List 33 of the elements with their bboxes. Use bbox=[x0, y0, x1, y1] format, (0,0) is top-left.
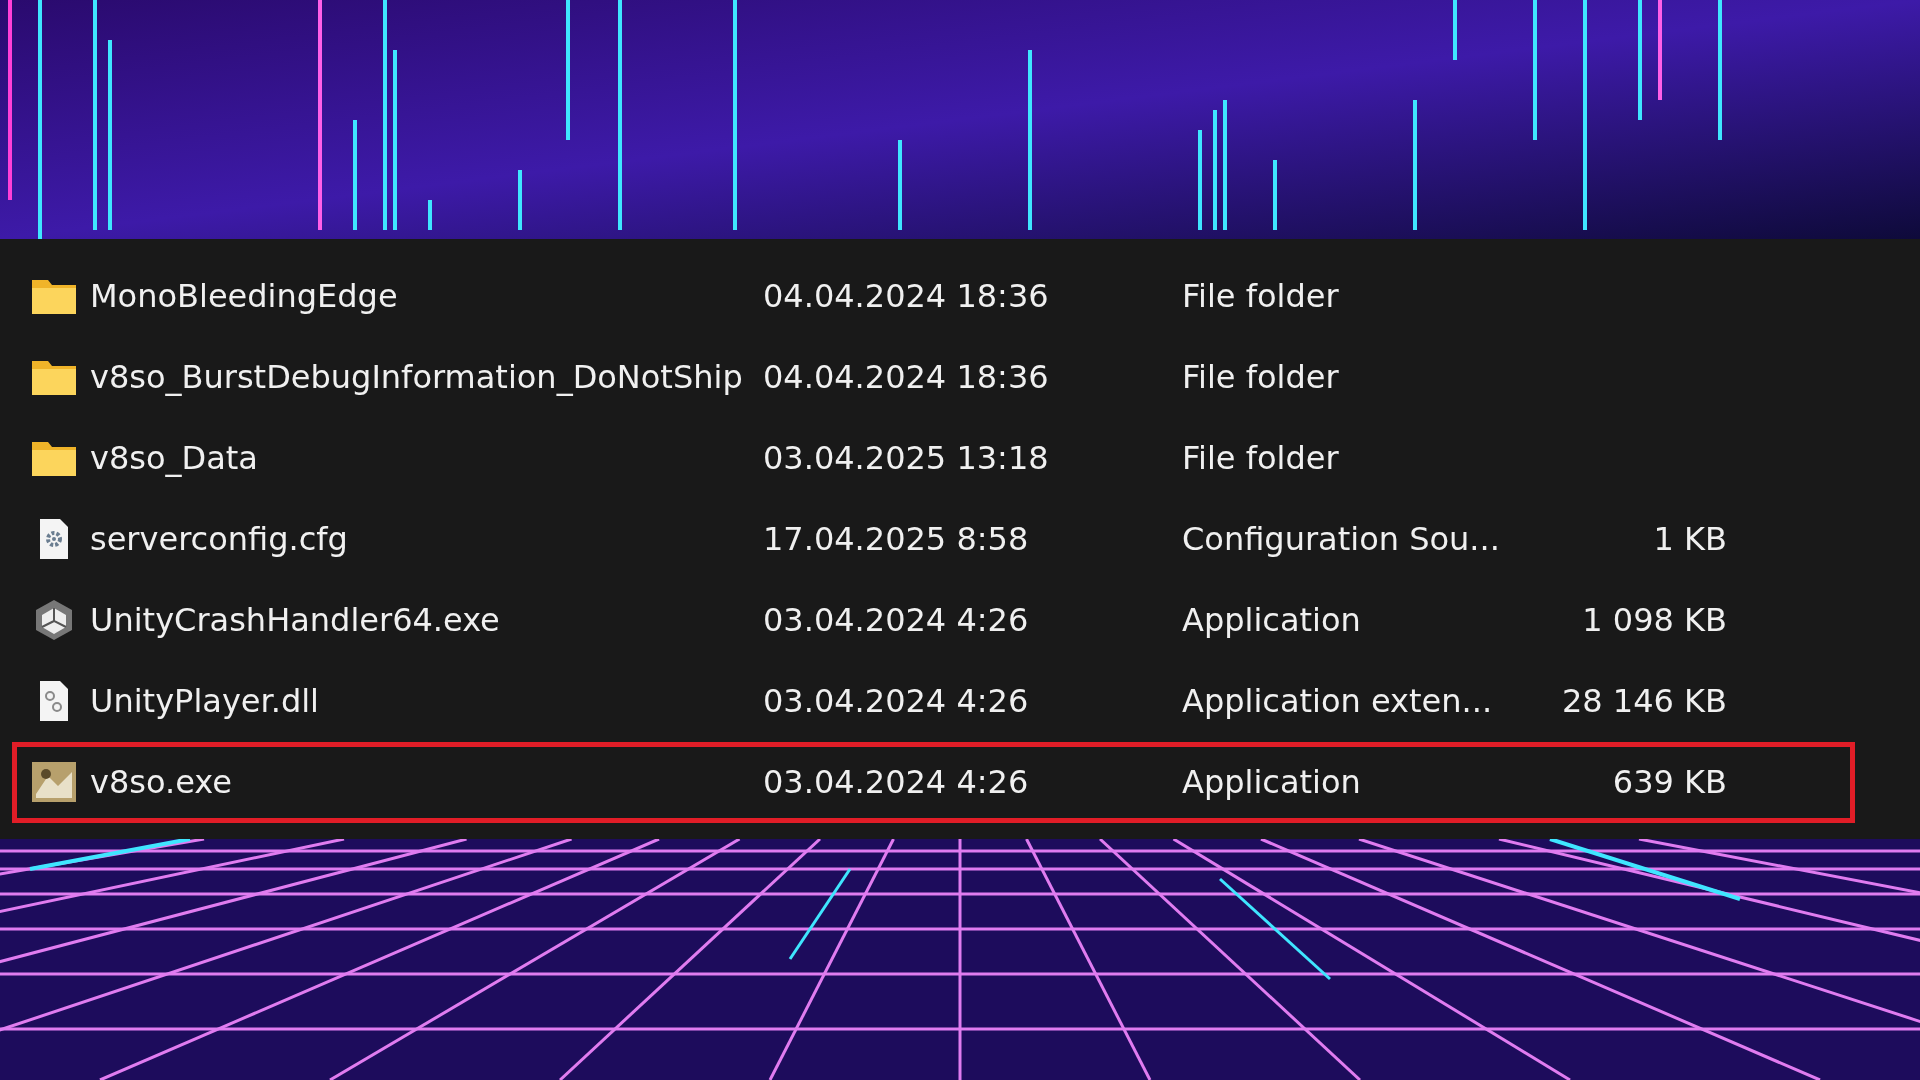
file-name: UnityPlayer.dll bbox=[89, 682, 320, 720]
file-type: Application bbox=[1182, 601, 1362, 639]
file-date: 03.04.2024 4:26 bbox=[763, 601, 1030, 639]
file-date: 17.04.2025 8:58 bbox=[763, 520, 1030, 558]
file-name: serverconfig.cfg bbox=[89, 520, 349, 558]
file-type: Application exten... bbox=[1182, 682, 1494, 720]
file-name: MonoBleedingEdge bbox=[89, 277, 399, 315]
app-icon bbox=[30, 760, 78, 804]
highlighted-file-row[interactable]: v8so.exe 03.04.2024 4:26 Application 639 KB bbox=[12, 741, 1855, 823]
file-name: UnityCrashHandler64.exe bbox=[89, 601, 501, 639]
file-row[interactable]: UnityPlayer.dll 03.04.2024 4:26 Application exten... 28 146 KB bbox=[12, 660, 1855, 742]
file-type: File folder bbox=[1182, 439, 1340, 477]
file-row[interactable]: serverconfig.cfg 17.04.2025 8:58 Configuration Sou... 1 KB bbox=[12, 498, 1855, 580]
file-type: File folder bbox=[1182, 358, 1340, 396]
file-size: 1 KB bbox=[1652, 520, 1727, 558]
file-type: Application bbox=[1182, 763, 1362, 801]
file-date: 03.04.2025 13:18 bbox=[763, 439, 1050, 477]
file-size: 639 KB bbox=[1611, 763, 1727, 801]
file-date: 04.04.2024 18:36 bbox=[763, 358, 1050, 396]
file-row[interactable]: v8so_BurstDebugInformation_DoNotShip 04.04.2024 18:36 File folder bbox=[12, 336, 1855, 418]
file-size: 28 146 KB bbox=[1560, 682, 1727, 720]
file-date: 03.04.2024 4:26 bbox=[763, 682, 1030, 720]
file-row[interactable]: v8so_Data 03.04.2025 13:18 File folder bbox=[12, 417, 1855, 499]
file-name: v8so_Data bbox=[89, 439, 259, 477]
file-name: v8so_BurstDebugInformation_DoNotShip bbox=[89, 358, 744, 396]
file-date: 04.04.2024 18:36 bbox=[763, 277, 1050, 315]
file-row[interactable]: MonoBleedingEdge 04.04.2024 18:36 File folder bbox=[12, 255, 1855, 337]
file-name: v8so.exe bbox=[89, 763, 233, 801]
file-row[interactable]: UnityCrashHandler64.exe 03.04.2024 4:26 Application 1 098 KB bbox=[12, 579, 1855, 661]
file-size: 1 098 KB bbox=[1581, 601, 1727, 639]
file-date: 03.04.2024 4:26 bbox=[763, 763, 1030, 801]
file-type: Configuration Sou... bbox=[1182, 520, 1501, 558]
file-type: File folder bbox=[1182, 277, 1340, 315]
